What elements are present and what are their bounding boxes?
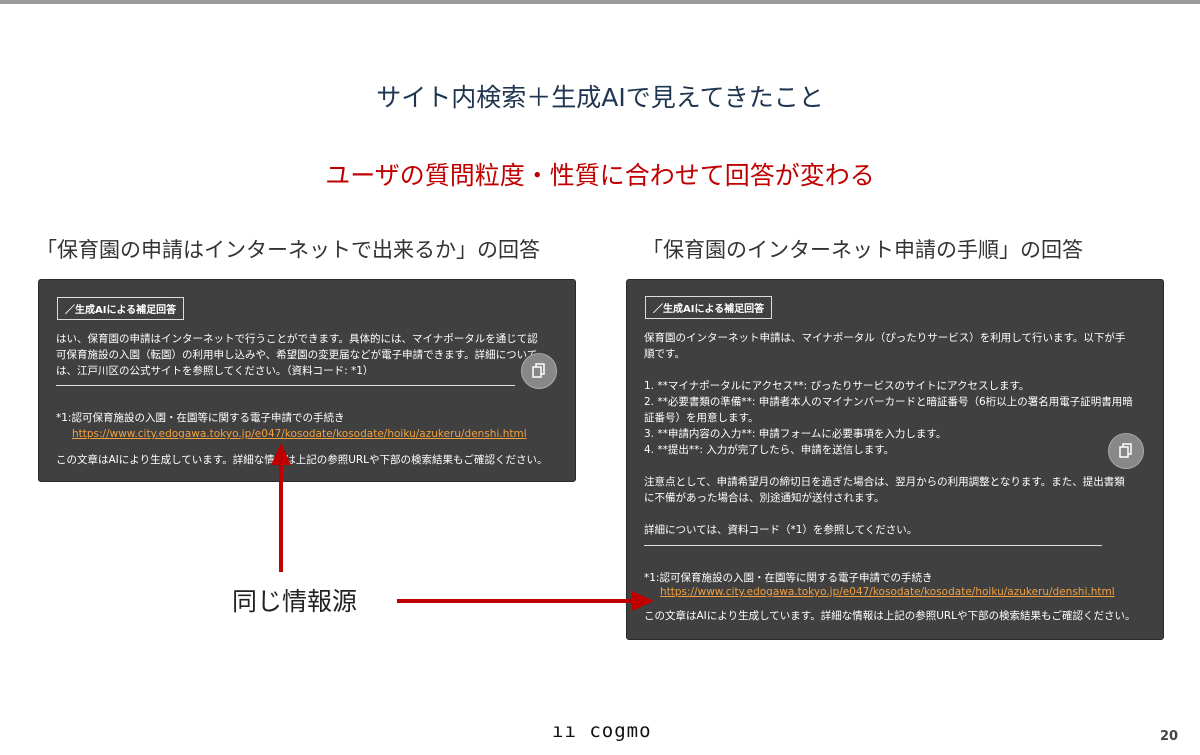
logo-text: cogmo: [589, 720, 652, 742]
same-source-annotation: 同じ情報源: [232, 587, 358, 616]
up-arrow: [271, 443, 291, 572]
logo-mark: ıı: [552, 720, 590, 742]
arrows: [271, 443, 654, 611]
cogmo-logo: ıı cogmo: [552, 720, 652, 742]
page-number: 20: [1160, 729, 1179, 744]
right-arrow: [397, 591, 654, 611]
